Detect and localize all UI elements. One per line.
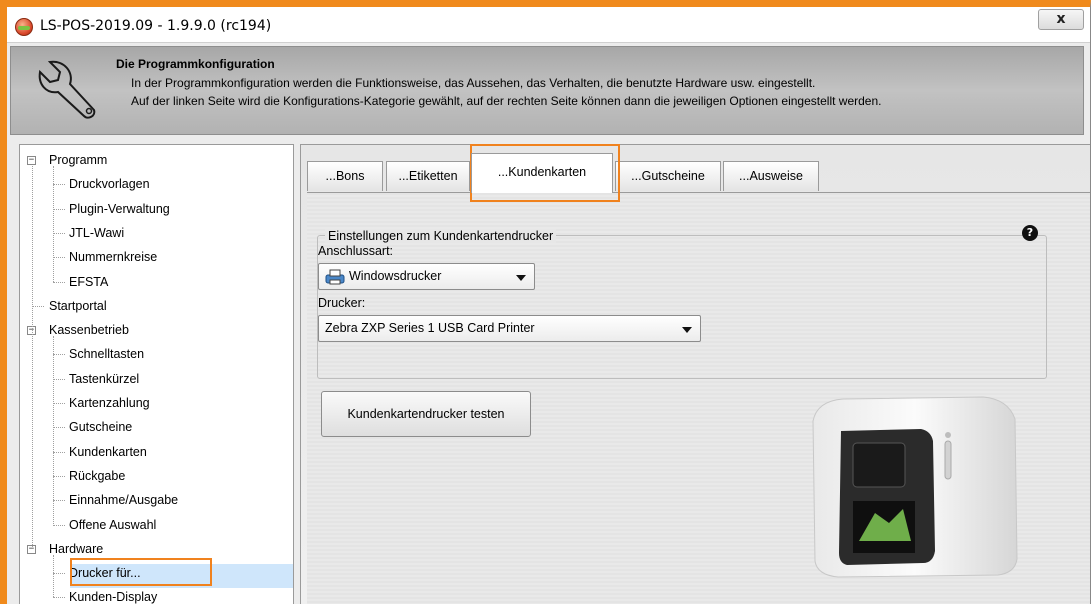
tree-item-offene-auswahl[interactable]: Offene Auswahl [69, 514, 156, 536]
tree-connector [53, 166, 54, 282]
tree-connector [53, 257, 65, 259]
tree-item-druckvorlagen[interactable]: Druckvorlagen [69, 173, 150, 195]
tree-item-efsta[interactable]: EFSTA [69, 271, 108, 293]
card-printer-image [812, 396, 1018, 578]
app-logo-icon [15, 18, 33, 36]
tab-gutscheine[interactable]: ...Gutscheine [615, 161, 721, 191]
header-title: Die Programmkonfiguration [116, 57, 275, 71]
printer-value: Zebra ZXP Series 1 USB Card Printer [325, 321, 535, 335]
tree-item-gutscheine[interactable]: Gutscheine [69, 416, 132, 438]
tree-item-kunden-display[interactable]: Kunden-Display [69, 586, 157, 604]
category-tree[interactable]: − Programm Druckvorlagen Plugin-Verwaltung J… [19, 144, 294, 604]
tree-item-kartenzahlung[interactable]: Kartenzahlung [69, 392, 150, 414]
tab-kundenkarten[interactable]: ...Kundenkarten [471, 153, 613, 193]
tree-connector [53, 354, 65, 356]
window-title: LS-POS-2019.09 - 1.9.9.0 (rc194) [40, 18, 272, 34]
tree-item-kundenkarten[interactable]: Kundenkarten [69, 441, 147, 463]
group-title: Einstellungen zum Kundenkartendrucker [325, 229, 557, 243]
help-icon[interactable]: ? [1022, 225, 1038, 241]
tab-bons[interactable]: ...Bons [307, 161, 383, 191]
tree-connector [53, 597, 65, 599]
title-bar[interactable]: LS-POS-2019.09 - 1.9.9.0 (rc194) x [7, 7, 1090, 43]
tree-connector [53, 378, 65, 380]
tree-connector [53, 524, 65, 526]
test-card-printer-button[interactable]: Kundenkartendrucker testen [321, 391, 531, 437]
card-printer-settings-group [317, 235, 1047, 379]
tree-item-tastenkürzel[interactable]: Tastenkürzel [69, 368, 139, 390]
tree-item-schnelltasten[interactable]: Schnelltasten [69, 343, 144, 365]
tree-connector [53, 208, 65, 210]
printer-icon [325, 269, 345, 285]
tree-collapse-toggle[interactable]: − [27, 156, 36, 165]
tree-item-startportal[interactable]: Startportal [49, 295, 107, 317]
tree-item-jtl-wawi[interactable]: JTL-Wawi [69, 222, 124, 244]
chevron-down-icon [516, 275, 526, 281]
tree-connector [32, 166, 33, 547]
chevron-down-icon [682, 327, 692, 333]
printer-label: Drucker: [318, 296, 366, 310]
tree-connector [53, 336, 54, 525]
header-description-line2: Auf der linken Seite wird die Konfigurat… [131, 94, 882, 108]
tree-connector [53, 475, 65, 477]
tree-connector [32, 305, 44, 307]
tree-item-plugin-verwaltung[interactable]: Plugin-Verwaltung [69, 198, 170, 220]
tree-highlight-callout [70, 558, 212, 586]
connection-type-select[interactable]: Windowsdrucker [318, 263, 535, 290]
close-button[interactable]: x [1038, 9, 1084, 30]
connection-type-value: Windowsdrucker [349, 269, 442, 283]
tree-connector [53, 554, 54, 598]
tab-etiketten[interactable]: ...Etiketten [386, 161, 470, 191]
tree-connector [53, 500, 65, 502]
tree-connector [53, 451, 65, 453]
tree-item-programm[interactable]: Programm [49, 149, 107, 171]
app-window: LS-POS-2019.09 - 1.9.9.0 (rc194) x Die P… [0, 0, 1091, 604]
connection-type-label: Anschlussart: [318, 244, 394, 258]
tab-ausweise[interactable]: ...Ausweise [723, 161, 819, 191]
tree-item-kassenbetrieb[interactable]: Kassenbetrieb [49, 319, 129, 341]
tree-connector [53, 184, 65, 186]
tree-connector [53, 281, 65, 283]
tree-item-nummernkreise[interactable]: Nummernkreise [69, 246, 157, 268]
wrench-icon [38, 60, 96, 119]
tree-connector [53, 427, 65, 429]
tree-item-rückgabe[interactable]: Rückgabe [69, 465, 125, 487]
tree-item-einnahme-ausgabe[interactable]: Einnahme/Ausgabe [69, 489, 178, 511]
tree-item-hardware[interactable]: Hardware [49, 538, 103, 560]
tree-connector [53, 403, 65, 404]
config-header-banner: Die Programmkonfiguration In der Program… [10, 46, 1084, 135]
tree-connector [53, 232, 65, 234]
header-description-line1: In der Programmkonfiguration werden die … [131, 76, 816, 90]
tree-connector [53, 573, 65, 575]
printer-select[interactable]: Zebra ZXP Series 1 USB Card Printer [318, 315, 701, 342]
